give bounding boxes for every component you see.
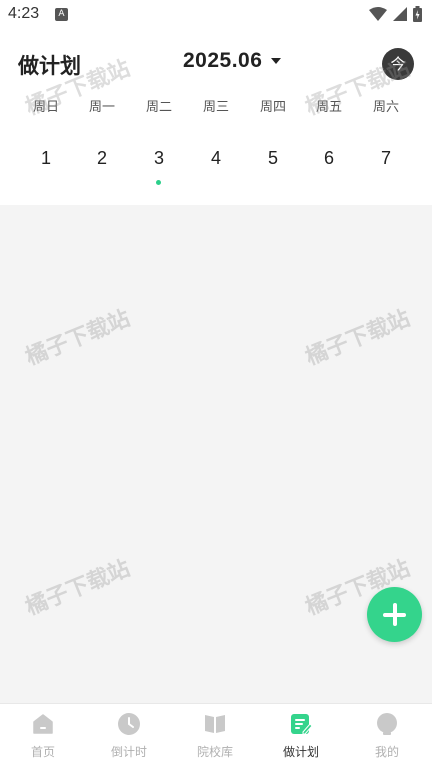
weekday-label: 周六	[372, 100, 399, 115]
month-selector[interactable]: 2025.06	[183, 49, 282, 73]
date-cell[interactable]: 6	[309, 148, 349, 169]
dropdown-triangle-icon	[271, 58, 282, 64]
book-icon	[205, 715, 225, 733]
weekday-label: 周二	[145, 100, 172, 115]
clock-icon	[118, 713, 140, 735]
nav-label: 做计划	[282, 745, 319, 759]
plan-list-area	[0, 205, 432, 703]
nav-label: 我的	[374, 745, 399, 759]
weekday-label: 周三	[202, 100, 229, 115]
nav-item-countdown[interactable]: 倒计时	[86, 712, 172, 760]
status-time: 4:23	[8, 5, 40, 22]
status-icons	[369, 5, 422, 23]
profile-icon	[377, 713, 397, 735]
add-plan-button[interactable]	[367, 587, 422, 642]
home-icon	[33, 714, 53, 734]
nav-item-home[interactable]: 首页	[0, 712, 86, 760]
edit-note-icon	[291, 714, 313, 735]
nav-label: 首页	[30, 745, 55, 759]
nav-item-schools[interactable]: 院校库	[172, 712, 258, 760]
weekday-label: 周一	[88, 100, 115, 115]
bottom-navigation: 首页 倒计时 院校库 做计划 我的	[0, 703, 432, 769]
weekday-label: 周四	[259, 100, 286, 115]
calendar-header: 做计划 2025.06 今 周日 周一 周二 周三 周四 周五 周六 1 2 3…	[0, 30, 432, 205]
nav-item-profile[interactable]: 我的	[344, 712, 430, 760]
date-cell[interactable]: 2	[82, 148, 122, 169]
nav-item-plan[interactable]: 做计划	[258, 712, 344, 760]
date-cell[interactable]: 5	[253, 148, 293, 169]
signal-icon	[393, 7, 407, 21]
date-marker-dot	[156, 180, 161, 185]
status-bar: 4:23 A	[0, 0, 432, 30]
app-notification-icon: A	[55, 8, 68, 21]
date-row: 1 2 3 4 5 6 7	[0, 148, 432, 188]
date-cell-selected[interactable]: 3	[139, 148, 179, 169]
nav-label: 倒计时	[110, 745, 147, 759]
wifi-icon	[369, 7, 387, 21]
date-cell[interactable]: 4	[196, 148, 236, 169]
month-label: 2025.06	[183, 49, 263, 72]
date-cell[interactable]: 1	[26, 148, 66, 169]
date-cell[interactable]: 7	[366, 148, 406, 169]
nav-label: 院校库	[196, 745, 233, 759]
battery-icon	[413, 6, 422, 22]
